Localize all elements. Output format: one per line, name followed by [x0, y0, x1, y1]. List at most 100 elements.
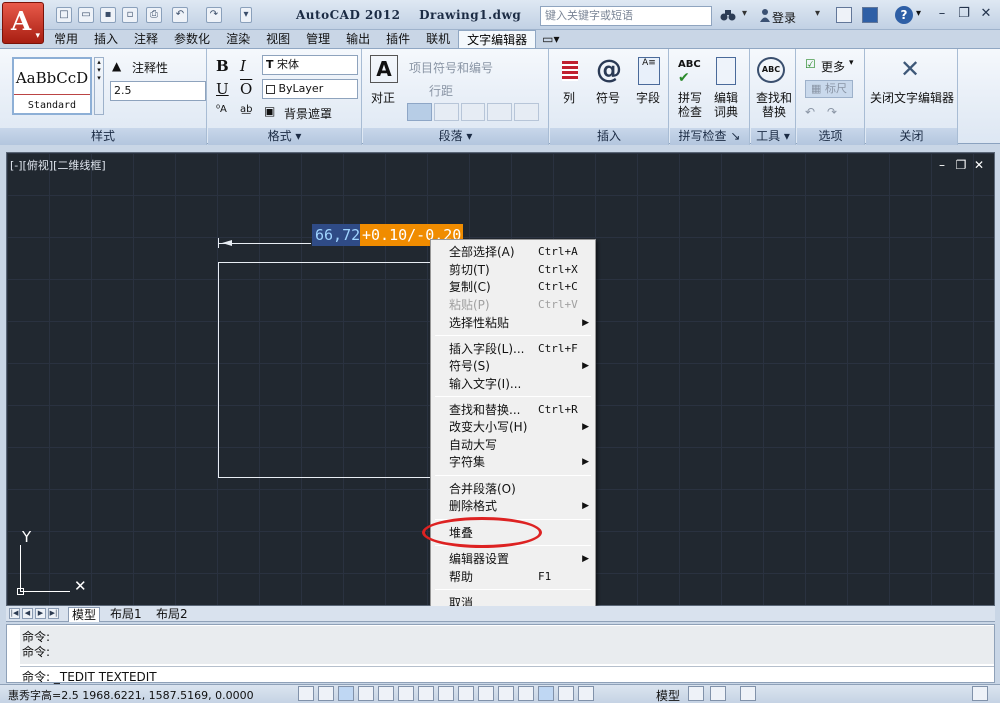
chevron-down-icon[interactable]: ▾ — [849, 58, 854, 68]
tab-layout2[interactable]: 布局2 — [156, 607, 188, 622]
align-distribute-icon[interactable] — [514, 103, 539, 121]
restore-icon[interactable]: ❐ — [956, 6, 972, 22]
menu-item-combine-paragraphs[interactable]: 合并段落(O) — [431, 480, 595, 498]
next-layout-icon[interactable]: ▶ — [35, 608, 46, 619]
menu-item-import-text[interactable]: 输入文字(I)... — [431, 375, 595, 393]
clean-screen-icon[interactable] — [972, 686, 988, 701]
minimize-viewport-icon[interactable]: – — [935, 158, 949, 172]
menu-item-copy[interactable]: 复制(C) Ctrl+C — [431, 278, 595, 296]
tab-layout1[interactable]: 布局1 — [110, 607, 142, 622]
quick-properties-icon[interactable] — [538, 686, 554, 701]
align-left-icon[interactable] — [407, 103, 432, 121]
tab-model[interactable]: 模型 — [68, 607, 101, 622]
prev-layout-icon[interactable]: ◀ — [22, 608, 33, 619]
mtext-editor-frame[interactable] — [218, 262, 450, 478]
application-menu-button[interactable]: A ▾ — [2, 2, 44, 44]
field-button[interactable]: 字段 — [636, 91, 660, 105]
command-line-input[interactable] — [20, 666, 994, 682]
menu-item-insert-field[interactable]: 插入字段(L)... Ctrl+F — [431, 340, 595, 358]
grid-display-icon[interactable] — [338, 686, 354, 701]
align-right-icon[interactable] — [460, 103, 486, 121]
paragraph-panel-title[interactable]: 段落 ▾ — [363, 128, 548, 145]
overline-button[interactable]: O — [240, 80, 252, 98]
snap-mode-icon[interactable] — [318, 686, 334, 701]
checkbox-icon[interactable]: ☑ — [805, 57, 816, 71]
close-text-editor-button[interactable]: 关闭文字编辑器 — [870, 91, 954, 105]
menu-item-find-replace[interactable]: 查找和替换... Ctrl+R — [431, 401, 595, 419]
search-input[interactable]: 键入关键字或短语 — [540, 6, 712, 26]
tab-output[interactable]: 输出 — [338, 30, 378, 48]
tab-view[interactable]: 视图 — [258, 30, 298, 48]
color-select[interactable]: ByLayer — [262, 79, 358, 99]
menu-item-change-case[interactable]: 改变大小写(H) ▶ — [431, 418, 595, 436]
viewport-controls-label[interactable]: [-][俯视][二维线框] — [10, 157, 106, 173]
menu-item-help[interactable]: 帮助 F1 — [431, 568, 595, 586]
tab-online[interactable]: 联机 — [418, 30, 458, 48]
selected-text[interactable]: 66,72 — [312, 224, 364, 246]
justify-icon[interactable]: A — [370, 55, 398, 83]
background-mask-label[interactable]: 背景遮罩 — [284, 105, 332, 122]
bold-button[interactable]: B — [216, 57, 229, 75]
tab-plugins[interactable]: 插件 — [378, 30, 418, 48]
annotative-label[interactable]: 注释性 — [132, 59, 168, 76]
more-button[interactable]: 更多 — [821, 58, 845, 75]
align-center-icon[interactable] — [433, 103, 459, 121]
chevron-down-icon[interactable]: ▾ — [742, 8, 747, 19]
open-folder-icon[interactable]: ▭ — [78, 7, 94, 23]
save-icon[interactable]: ▪ — [100, 7, 116, 23]
ortho-mode-icon[interactable] — [358, 686, 374, 701]
close-editor-icon[interactable]: ✕ — [900, 55, 920, 83]
indent-marker-icon[interactable] — [222, 240, 232, 246]
menu-item-select-all[interactable]: 全部选择(A) Ctrl+A — [431, 243, 595, 261]
menu-item-editor-settings[interactable]: 编辑器设置 ▶ — [431, 550, 595, 568]
find-replace-button[interactable]: 查找和替换 — [754, 91, 794, 119]
menu-item-autocaps[interactable]: 自动大写 — [431, 436, 595, 454]
object-snap-icon[interactable] — [398, 686, 414, 701]
align-justify-icon[interactable] — [487, 103, 513, 121]
pan-icon[interactable] — [740, 686, 756, 701]
annotation-monitor-icon[interactable] — [578, 686, 594, 701]
tab-parametric[interactable]: 参数化 — [166, 30, 218, 48]
first-layout-icon[interactable]: |◀ — [9, 608, 20, 619]
quick-view-layouts-icon[interactable] — [688, 686, 704, 701]
justify-label[interactable]: 对正 — [371, 91, 395, 105]
find-replace-icon[interactable]: ABC — [757, 57, 785, 83]
login-link[interactable]: 登录 — [772, 9, 796, 26]
dynamic-ucs-icon[interactable] — [458, 686, 474, 701]
edit-dictionary-icon[interactable] — [716, 57, 736, 85]
menu-item-cut[interactable]: 剪切(T) Ctrl+X — [431, 261, 595, 279]
lineweight-icon[interactable] — [498, 686, 514, 701]
underline-button[interactable]: U — [216, 80, 229, 98]
tab-text-editor[interactable]: 文字编辑器 — [458, 30, 537, 48]
spell-check-panel-title[interactable]: 拼写检查 ↘ — [670, 128, 749, 145]
transparency-icon[interactable] — [518, 686, 534, 701]
polar-tracking-icon[interactable] — [378, 686, 394, 701]
new-file-icon[interactable]: □ — [56, 7, 72, 23]
tools-panel-title[interactable]: 工具 ▾ — [751, 128, 795, 145]
binoculars-icon[interactable] — [720, 8, 736, 22]
model-space-toggle[interactable]: 模型 — [656, 687, 680, 703]
field-icon[interactable]: A≡ — [638, 57, 660, 85]
last-layout-icon[interactable]: ▶| — [48, 608, 59, 619]
close-viewport-icon[interactable]: ✕ — [972, 158, 986, 172]
chevron-down-icon[interactable]: ▾ — [916, 8, 921, 19]
menu-item-remove-formatting[interactable]: 删除格式 ▶ — [431, 497, 595, 515]
print-icon[interactable]: ⎙ — [146, 7, 162, 23]
selection-cycling-icon[interactable] — [558, 686, 574, 701]
font-select[interactable]: T 宋体 — [262, 55, 358, 75]
restore-viewport-icon[interactable]: ❐ — [954, 158, 968, 172]
tracking-icon[interactable]: a͟b — [240, 104, 252, 115]
italic-button[interactable]: I — [240, 57, 246, 75]
menu-item-symbol[interactable]: 符号(S) ▶ — [431, 357, 595, 375]
symbol-button[interactable]: 符号 — [596, 91, 620, 105]
edit-dictionary-button[interactable]: 编辑词典 — [714, 91, 738, 119]
format-panel-title[interactable]: 格式 ▾ — [208, 128, 361, 145]
tab-extra-dropdown[interactable]: ▭▾ — [536, 30, 565, 48]
background-mask-icon[interactable]: ▣ — [264, 104, 275, 118]
oblique-icon[interactable]: ⁰A — [216, 104, 227, 115]
columns-icon[interactable] — [562, 61, 578, 81]
gallery-scroll-icon[interactable]: ▴ ▾ ▾ — [94, 57, 104, 115]
exchange-icon[interactable] — [836, 7, 852, 23]
close-icon[interactable]: ✕ — [978, 6, 994, 22]
quick-access-dropdown-icon[interactable]: ▾ — [240, 7, 252, 23]
